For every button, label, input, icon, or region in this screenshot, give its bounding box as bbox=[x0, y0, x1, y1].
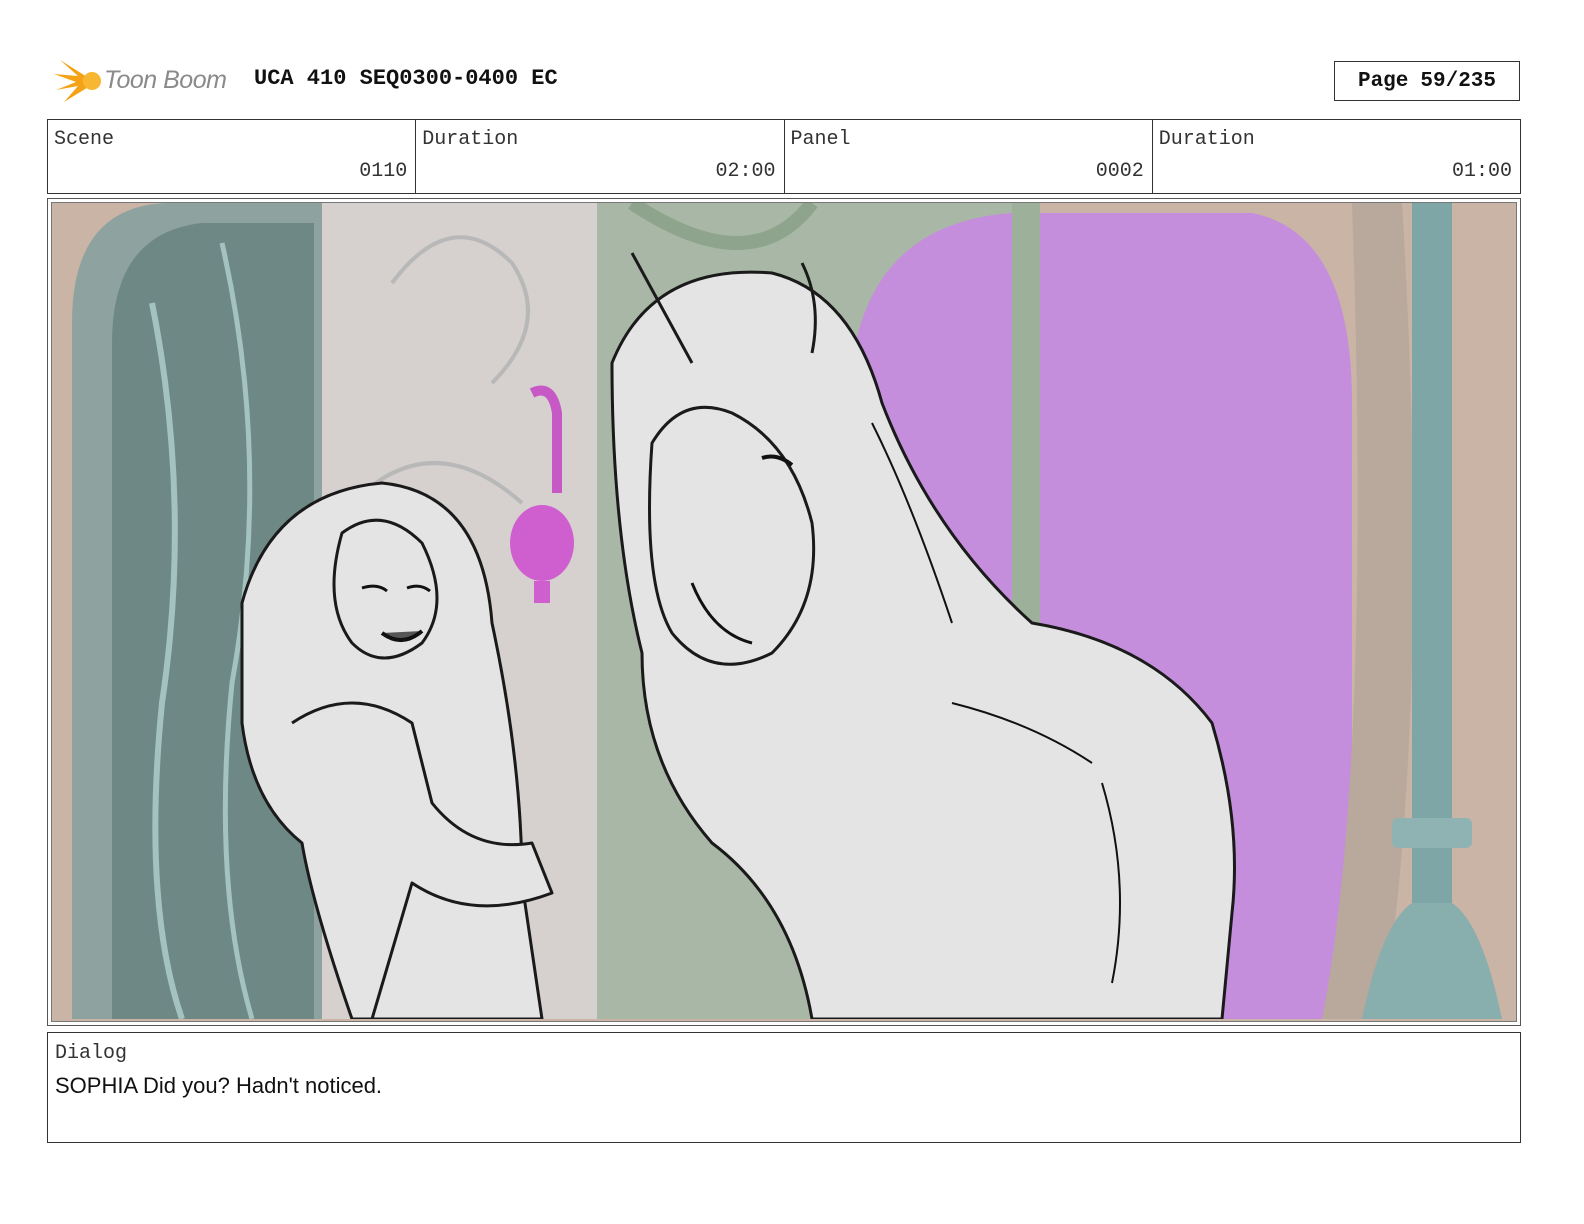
scene-cell: Scene 0110 bbox=[48, 120, 417, 193]
panel-image bbox=[51, 202, 1517, 1022]
storyboard-sketch bbox=[52, 203, 1514, 1019]
scene-value: 0110 bbox=[359, 160, 408, 183]
starburst-icon bbox=[54, 60, 101, 102]
document-title: UCA 410 SEQ0300-0400 EC bbox=[254, 66, 558, 91]
logo-text: Toon Boom bbox=[104, 66, 227, 94]
scene-duration-cell: Duration 02:00 bbox=[416, 120, 785, 193]
scene-duration-label: Duration bbox=[422, 128, 519, 151]
scene-label: Scene bbox=[54, 128, 115, 151]
page-label: Page bbox=[1357, 69, 1409, 93]
page-indicator: Page 59/235 bbox=[1334, 61, 1520, 101]
page-number: 59/235 bbox=[1420, 69, 1497, 93]
storyboard-panel bbox=[47, 198, 1521, 1026]
toon-boom-logo: Toon Boom bbox=[52, 56, 238, 106]
dialog-box: Dialog SOPHIA Did you? Hadn't noticed. bbox=[47, 1032, 1521, 1143]
panel-value: 0002 bbox=[1095, 160, 1144, 183]
dialog-label: Dialog bbox=[55, 1042, 128, 1065]
dialog-text: SOPHIA Did you? Hadn't noticed. bbox=[55, 1073, 383, 1098]
panel-label: Panel bbox=[790, 128, 851, 151]
scene-duration-value: 02:00 bbox=[715, 160, 776, 183]
panel-duration-cell: Duration 01:00 bbox=[1153, 120, 1520, 193]
panel-duration-value: 01:00 bbox=[1451, 160, 1512, 183]
panel-cell: Panel 0002 bbox=[785, 120, 1153, 193]
panel-info-table: Scene 0110 Duration 02:00 Panel 0002 Dur… bbox=[47, 119, 1521, 194]
panel-duration-label: Duration bbox=[1158, 128, 1255, 151]
